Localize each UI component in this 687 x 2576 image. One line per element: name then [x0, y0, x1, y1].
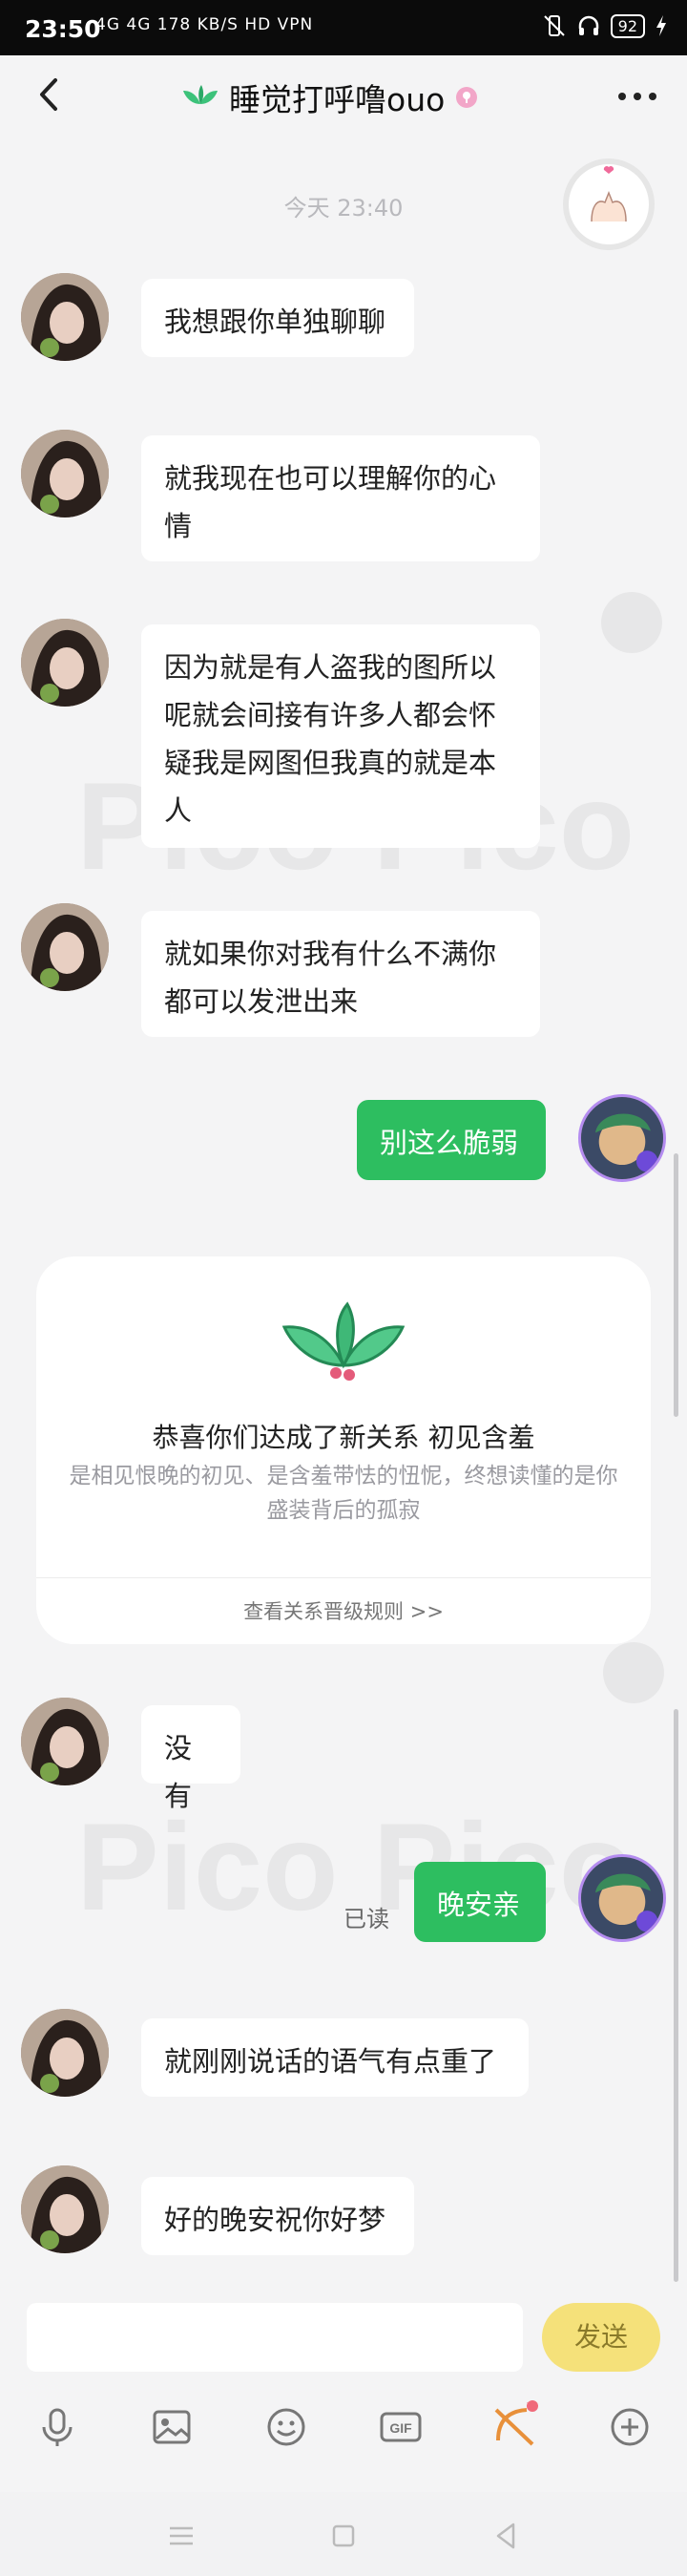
relation-rules-link[interactable]: 查看关系晋级规则 >> — [36, 1596, 651, 1625]
send-button[interactable]: 发送 — [542, 2303, 660, 2372]
message-bubble[interactable]: 就刚刚说话的语气有点重了 — [141, 2018, 529, 2097]
image-icon[interactable] — [149, 2404, 195, 2450]
voice-icon[interactable] — [34, 2404, 80, 2450]
contact-avatar[interactable] — [21, 273, 109, 361]
back-nav-icon[interactable] — [487, 2517, 525, 2555]
message-input[interactable] — [27, 2303, 523, 2372]
headphones-icon — [578, 15, 598, 35]
contact-avatar[interactable] — [21, 1698, 109, 1785]
pink-badge-icon — [456, 87, 478, 108]
my-message-bubble[interactable]: 别这么脆弱 — [357, 1100, 546, 1180]
home-icon[interactable] — [324, 2517, 363, 2555]
scrollbar[interactable] — [674, 1153, 678, 1417]
watermark-decoration — [601, 592, 662, 653]
contact-avatar[interactable] — [21, 903, 109, 991]
watermark-decoration — [603, 1642, 664, 1703]
battery-level: 92 — [610, 13, 645, 38]
title-group[interactable]: 睡觉打呼噜ouo — [181, 74, 479, 120]
relation-leaf-icon — [281, 1301, 406, 1381]
emoji-icon[interactable] — [263, 2404, 309, 2450]
charging-icon — [656, 15, 666, 36]
my-message-bubble[interactable]: 晚安亲 — [414, 1862, 546, 1942]
my-avatar[interactable] — [578, 1094, 666, 1182]
svg-text:GIF: GIF — [389, 2420, 412, 2436]
message-bubble[interactable]: 就如果你对我有什么不满你都可以发泄出来 — [141, 911, 540, 1037]
scrollbar[interactable] — [674, 1709, 678, 2282]
message-bubble[interactable]: 我想跟你单独聊聊 — [141, 279, 414, 357]
chat-title: 睡觉打呼噜ouo — [229, 81, 446, 118]
status-bar: 23:50 4G 4G 178 KB/S HD VPN 92 — [0, 0, 687, 55]
pinky-promise-icon — [591, 166, 627, 222]
message-bubble[interactable]: 好的晚安祝你好梦 — [141, 2177, 414, 2255]
message-bubble[interactable]: 没有 — [141, 1705, 240, 1812]
chat-header: 睡觉打呼噜ouo — [0, 55, 687, 137]
contact-avatar[interactable] — [21, 619, 109, 707]
divider — [36, 1577, 651, 1578]
vibrate-icon — [543, 15, 565, 36]
read-receipt: 已读 — [344, 1906, 389, 1932]
relation-leaf-icon — [183, 85, 218, 104]
cupid-arrow-icon[interactable] — [489, 2398, 542, 2452]
input-area: 发送 GIF — [0, 2290, 687, 2576]
relation-title: 恭喜你们达成了新关系 初见含羞 — [152, 1422, 535, 1453]
status-time: 23:50 — [25, 15, 101, 43]
contact-avatar[interactable] — [21, 430, 109, 517]
menu-icon[interactable] — [162, 2517, 200, 2555]
network-indicator: 4G 4G 178 KB/S HD VPN — [95, 15, 314, 34]
add-icon[interactable] — [607, 2404, 653, 2450]
contact-avatar[interactable] — [21, 2165, 109, 2253]
gif-icon[interactable]: GIF — [378, 2404, 424, 2450]
contact-avatar[interactable] — [21, 2009, 109, 2097]
my-avatar[interactable] — [578, 1854, 666, 1942]
input-toolbar: GIF — [0, 2387, 687, 2463]
relation-badge-button[interactable] — [563, 158, 655, 250]
system-nav-bar — [0, 2492, 687, 2576]
message-bubble[interactable]: 因为就是有人盗我的图所以呢就会间接有许多人都会怀疑我是网图但我真的就是本人 — [141, 624, 540, 848]
relation-card: 恭喜你们达成了新关系 初见含羞 是相见恨晚的初见、是含羞带怯的忸怩，终想读懂的是… — [36, 1256, 651, 1644]
relation-description: 是相见恨晚的初见、是含羞带怯的忸怩，终想读懂的是你盛装背后的孤寂 — [69, 1464, 618, 1523]
more-options-button[interactable] — [616, 82, 658, 111]
message-bubble[interactable]: 就我现在也可以理解你的心情 — [141, 435, 540, 561]
back-button[interactable] — [27, 71, 74, 118]
